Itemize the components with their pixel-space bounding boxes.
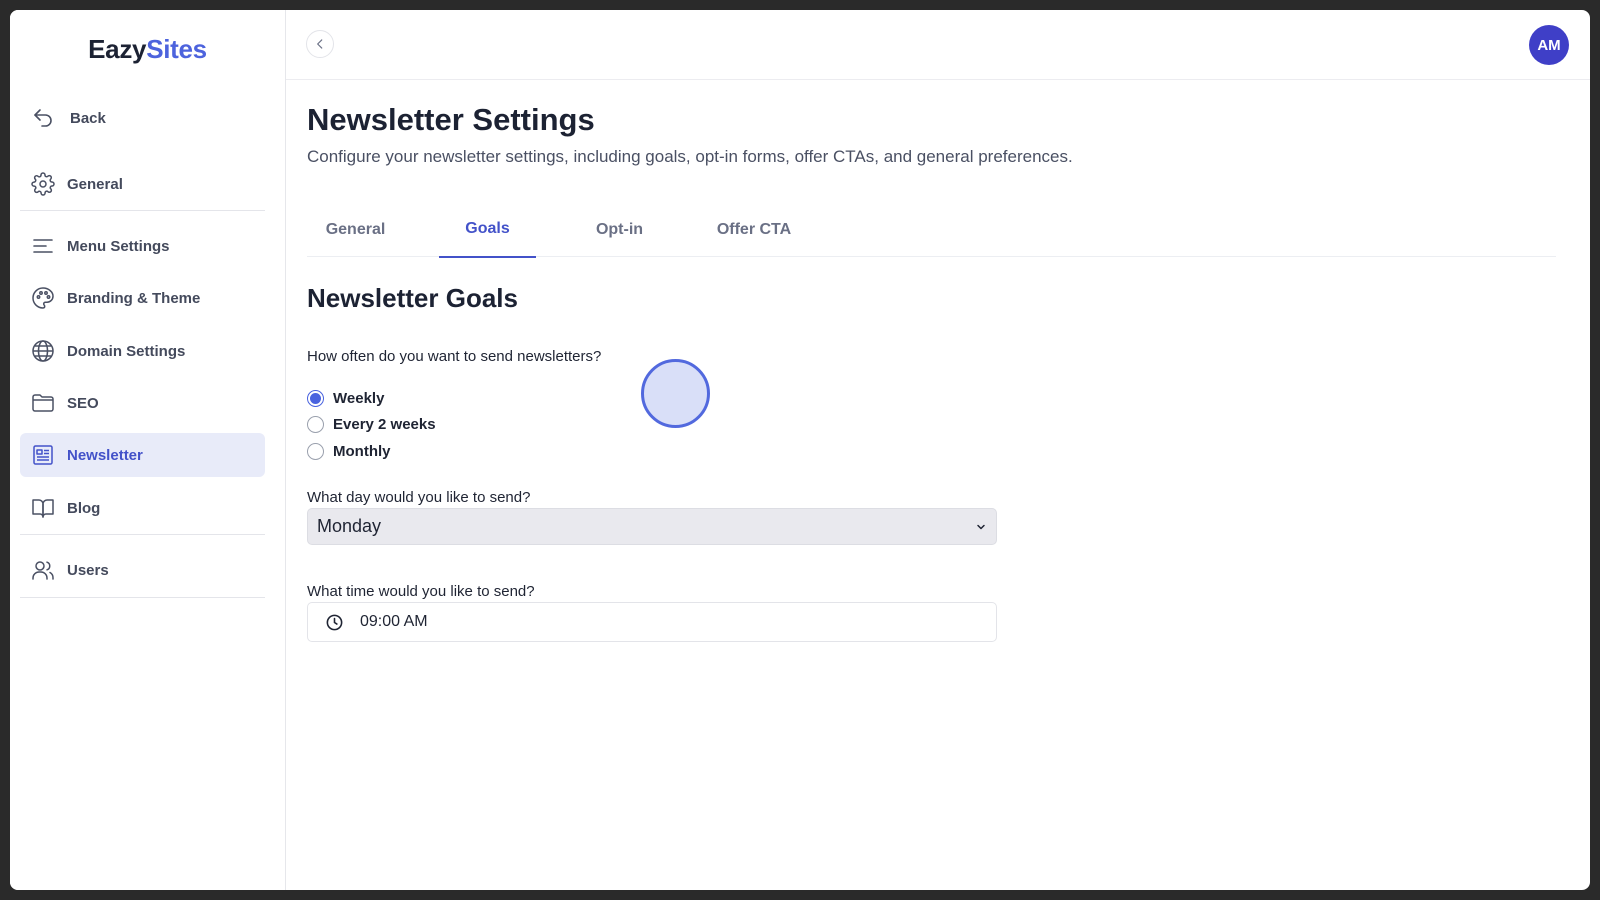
sidebar-item-users[interactable]: Users (20, 548, 265, 592)
frequency-option-weekly[interactable]: Weekly (307, 387, 384, 409)
clock-icon (325, 613, 344, 632)
gear-icon (31, 172, 55, 196)
folder-icon (31, 391, 55, 415)
logo-text-eazy: Eazy (88, 34, 147, 64)
radio-button[interactable] (307, 442, 324, 460)
app-logo[interactable]: EazySites (10, 34, 285, 65)
sidebar-item-label: Back (70, 109, 106, 127)
sidebar-item-domain-settings[interactable]: Domain Settings (20, 329, 265, 373)
users-icon (31, 558, 55, 582)
chevron-left-icon (313, 37, 327, 51)
day-question: What day would you like to send? (307, 489, 531, 506)
newspaper-icon (31, 443, 55, 467)
sidebar-item-label: General (67, 175, 123, 193)
sidebar-item-label: Menu Settings (67, 237, 170, 255)
chevron-down-icon (975, 521, 987, 533)
user-avatar[interactable]: AM (1529, 25, 1569, 65)
radio-button[interactable] (307, 389, 324, 407)
sidebar-item-label: Domain Settings (67, 342, 186, 360)
time-question: What time would you like to send? (307, 583, 535, 600)
sidebar-item-seo[interactable]: SEO (20, 381, 265, 425)
sidebar-item-label: Blog (67, 499, 101, 517)
tab-opt-in[interactable]: Opt-in (571, 202, 668, 257)
sidebar-item-label: Branding & Theme (67, 289, 201, 307)
radio-label: Monthly (333, 442, 391, 460)
page-title: Newsletter Settings (307, 102, 595, 137)
sidebar-item-newsletter[interactable]: Newsletter (20, 433, 265, 477)
day-select-value: Monday (317, 516, 382, 536)
sidebar-divider (20, 210, 265, 211)
globe-icon (31, 339, 55, 363)
time-input[interactable]: 09:00 AM (307, 602, 997, 642)
sidebar-item-label: SEO (67, 394, 99, 412)
section-title: Newsletter Goals (307, 283, 518, 313)
click-indicator (641, 359, 710, 428)
tab-offer-cta[interactable]: Offer CTA (699, 202, 809, 257)
menu-lines-icon (31, 234, 55, 258)
back-arrow-icon (31, 106, 55, 130)
frequency-question: How often do you want to send newsletter… (307, 348, 602, 365)
top-bar: AM (286, 10, 1590, 80)
collapse-sidebar-button[interactable] (306, 30, 334, 58)
sidebar-item-label: Users (67, 561, 109, 579)
palette-icon (31, 286, 55, 310)
main-content: AM Newsletter Settings Configure your ne… (286, 10, 1590, 890)
logo-text-sites: Sites (146, 34, 207, 64)
sidebar-item-blog[interactable]: Blog (20, 486, 265, 530)
radio-button[interactable] (307, 415, 324, 433)
frequency-option-monthly[interactable]: Monthly (307, 440, 391, 462)
tab-goals[interactable]: Goals (439, 202, 536, 258)
app-window: EazySites Back General Menu Settings Bra… (10, 10, 1590, 890)
tab-general[interactable]: General (307, 202, 404, 257)
sidebar-item-menu-settings[interactable]: Menu Settings (20, 224, 265, 268)
page-subtitle: Configure your newsletter settings, incl… (307, 147, 1073, 166)
book-icon (31, 496, 55, 520)
frequency-option-every-2-weeks[interactable]: Every 2 weeks (307, 413, 436, 435)
sidebar-divider (20, 597, 265, 598)
settings-tabs: General Goals Opt-in Offer CTA (307, 202, 1556, 258)
sidebar-item-branding-theme[interactable]: Branding & Theme (20, 276, 265, 320)
sidebar-item-label: Newsletter (67, 446, 143, 464)
sidebar-item-back[interactable]: Back (20, 96, 265, 140)
radio-label: Weekly (333, 389, 385, 407)
sidebar-divider (20, 534, 265, 535)
sidebar-item-general[interactable]: General (20, 162, 265, 206)
time-input-value: 09:00 AM (360, 613, 428, 630)
day-select[interactable]: Monday (307, 508, 997, 545)
sidebar: EazySites Back General Menu Settings Bra… (10, 10, 286, 890)
radio-label: Every 2 weeks (333, 415, 436, 433)
